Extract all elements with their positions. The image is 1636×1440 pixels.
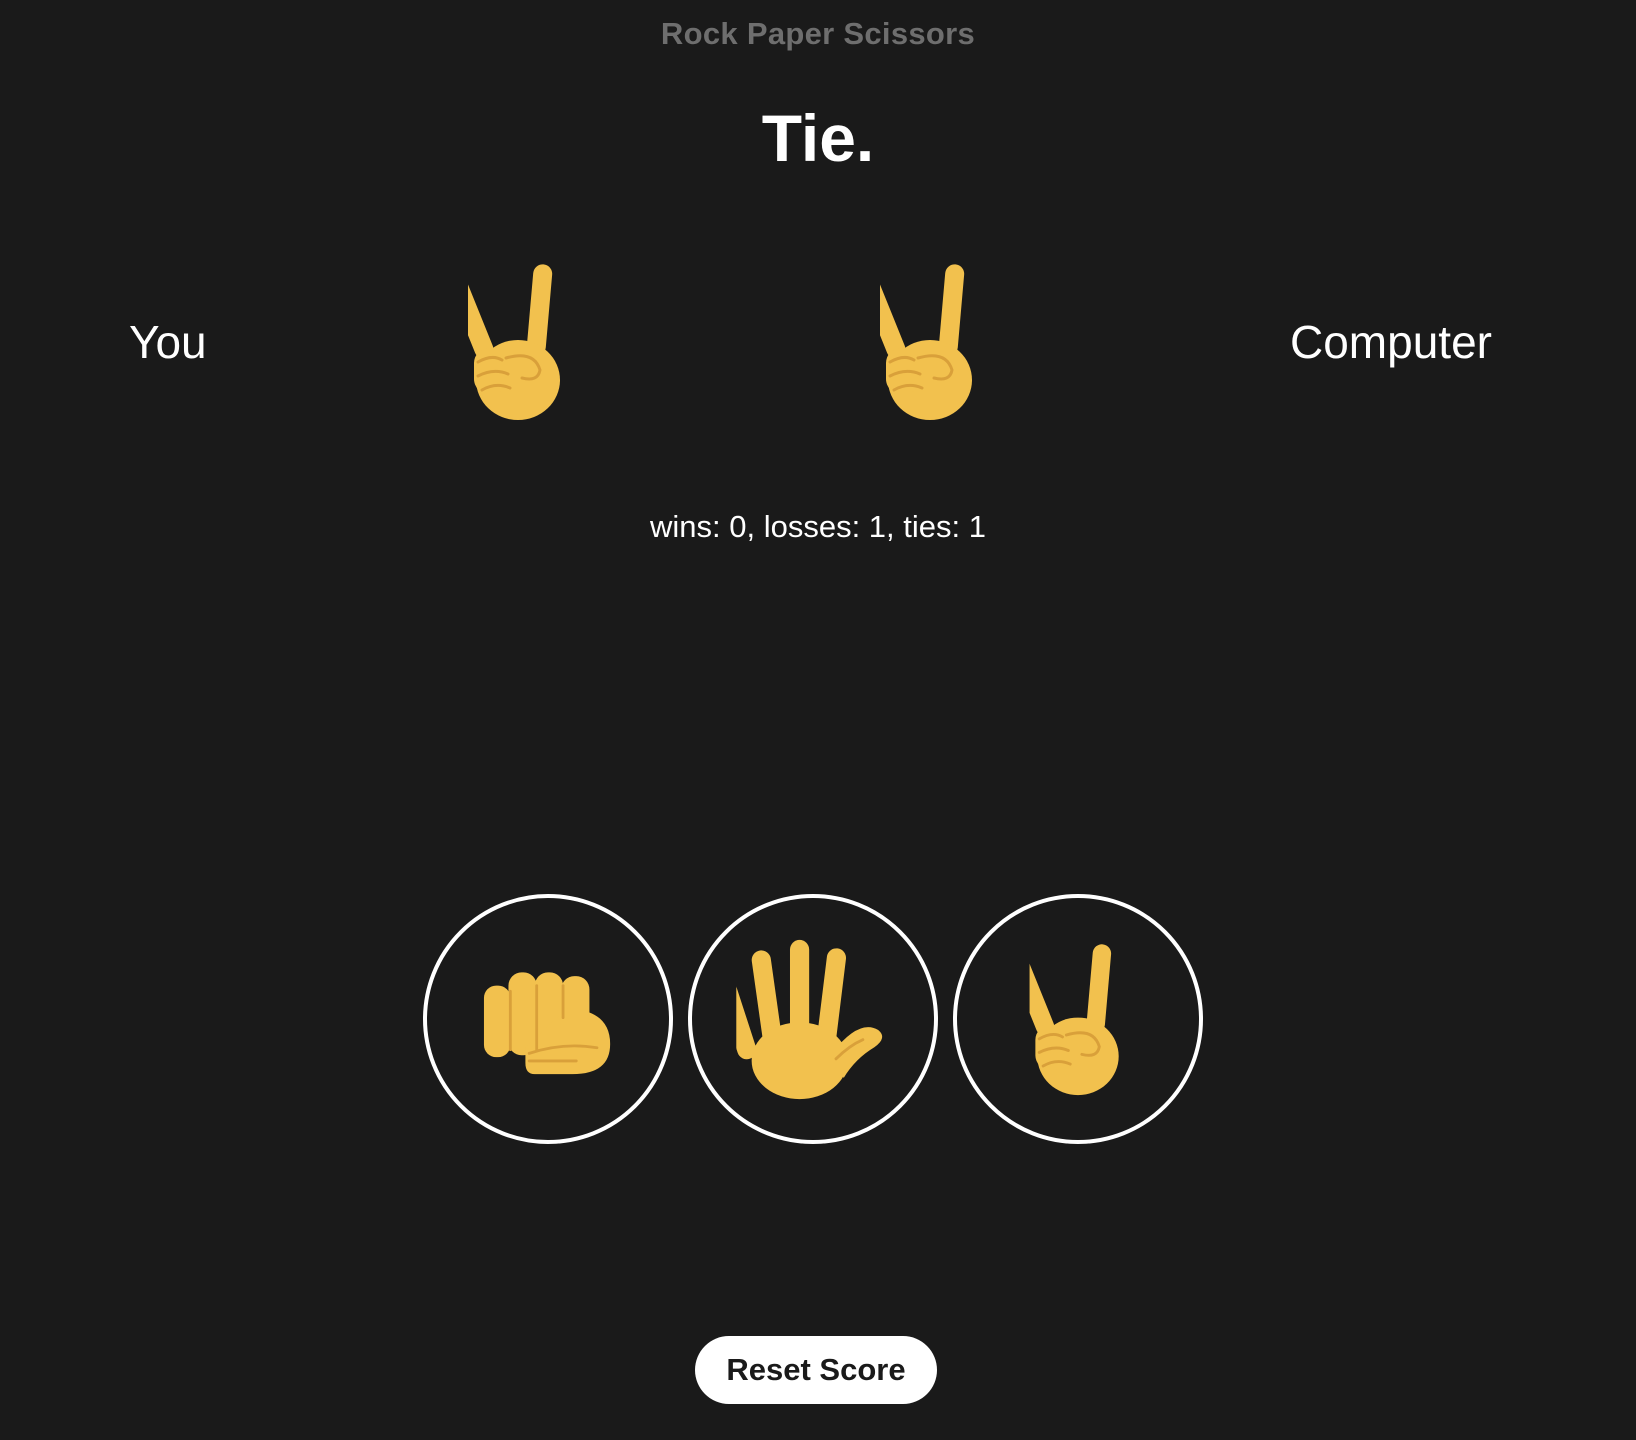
scissors-icon — [466, 262, 570, 422]
rock-button[interactable] — [423, 894, 673, 1144]
round-result: Tie. — [761, 101, 875, 175]
player-label: You — [129, 316, 207, 368]
scissors-icon — [878, 262, 982, 422]
player-move-display — [466, 262, 636, 427]
computer-label: Computer — [1290, 316, 1492, 368]
computer-move-display — [878, 262, 1048, 427]
reset-score-button[interactable]: Reset Score — [695, 1336, 937, 1404]
paper-button[interactable] — [688, 894, 938, 1144]
scissors-icon — [1029, 942, 1127, 1097]
scissors-button[interactable] — [953, 894, 1203, 1144]
choice-buttons — [423, 894, 1208, 1150]
app-title: Rock Paper Scissors — [660, 16, 976, 51]
paper-icon — [736, 938, 890, 1101]
score-display: wins: 0, losses: 1, ties: 1 — [650, 509, 986, 544]
rock-icon — [482, 963, 614, 1076]
